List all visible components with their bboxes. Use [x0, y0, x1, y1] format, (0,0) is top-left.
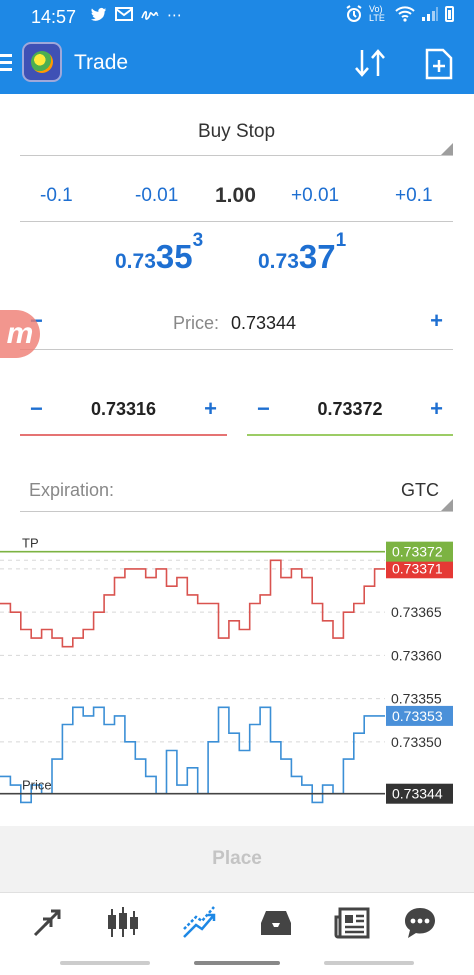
ask-price-tag: 0.73371 [392, 560, 443, 576]
stop-loss-plus-button[interactable]: + [204, 396, 217, 422]
chart-trend-icon[interactable] [182, 905, 218, 941]
new-order-icon[interactable] [424, 48, 454, 80]
dropdown-corner-icon [441, 499, 453, 511]
expiration-label: Expiration: [29, 480, 115, 500]
trade-arrows-icon[interactable] [29, 905, 65, 941]
price-label: Price: [173, 313, 220, 333]
volume-plus-0-1-button[interactable]: +0.1 [395, 185, 433, 207]
expiration-value: GTC [401, 480, 439, 500]
ask-quote-prefix: 0.73 [258, 250, 299, 273]
tp-price-tag: 0.73372 [392, 544, 443, 560]
app-logo-icon [22, 42, 62, 82]
alarm-icon [346, 5, 362, 22]
gesture-bar [0, 952, 474, 975]
volume-value[interactable]: 1.00 [215, 184, 256, 208]
price-chart[interactable]: TPPrice 0.733710.733700.733650.733600.73… [0, 525, 474, 825]
y-tick-label: 0.73360 [391, 647, 442, 663]
volume-row: -0.1 -0.01 1.00 +0.01 +0.1 [20, 170, 453, 222]
bottom-nav [0, 892, 474, 952]
bid-price-tag: 0.73353 [392, 708, 443, 724]
volume-plus-0-01-button[interactable]: +0.01 [291, 185, 339, 207]
volume-minus-0-1-button[interactable]: -0.1 [40, 185, 73, 207]
place-button[interactable]: Place [0, 848, 474, 870]
menu-icon[interactable] [0, 54, 12, 72]
ask-quote: 0.73371 [258, 230, 346, 276]
bid-quote-pips: 35 [155, 238, 193, 275]
page-title: Trade [74, 51, 129, 74]
expiration-select[interactable]: Expiration: GTC [20, 468, 453, 512]
volte-icon: Vo) LTE [369, 4, 385, 23]
twitter-icon [90, 7, 107, 21]
y-tick-label: 0.73355 [391, 691, 442, 707]
order-type-select[interactable]: Buy Stop [20, 108, 453, 156]
y-tick-label: 0.73350 [391, 734, 442, 750]
tp-level-label: TP [22, 536, 39, 551]
price-plus-button[interactable]: + [430, 308, 443, 334]
status-bar: 14:57 ⋯ Vo) LTE [0, 0, 474, 34]
take-profit-field: − 0.73372 + [247, 390, 453, 436]
y-tick-label: 0.73365 [391, 604, 442, 620]
battery-icon [445, 6, 454, 22]
price-input[interactable]: 0.73344 [231, 313, 296, 334]
order-type-value: Buy Stop [197, 121, 276, 142]
news-icon[interactable] [334, 905, 370, 941]
bid-quote: 0.73353 [115, 230, 203, 276]
floating-overlay-button[interactable]: m [0, 310, 40, 358]
wifi-icon [395, 6, 415, 22]
take-profit-input[interactable]: 0.73372 [247, 399, 453, 420]
bid-series-line [0, 706, 385, 804]
chat-icon[interactable] [402, 905, 438, 941]
signature-icon [141, 10, 159, 20]
volume-minus-0-01-button[interactable]: -0.01 [135, 185, 178, 207]
signal-icon [422, 7, 438, 21]
more-dots-icon: ⋯ [167, 7, 182, 24]
home-indicator[interactable] [194, 961, 280, 965]
dropdown-corner-icon [441, 143, 453, 155]
ask-quote-point: 1 [335, 230, 347, 251]
bid-quote-point: 3 [192, 230, 204, 251]
stop-loss-input[interactable]: 0.73316 [20, 399, 227, 420]
app-bar: Trade [0, 34, 474, 94]
sort-icon[interactable] [352, 47, 388, 79]
ask-quote-pips: 37 [298, 238, 336, 275]
inbox-icon[interactable] [258, 905, 294, 941]
ask-series-line [0, 559, 385, 648]
take-profit-plus-button[interactable]: + [430, 396, 443, 422]
price-level-label: Price [22, 778, 52, 793]
place-bar: Place [0, 826, 474, 892]
status-time: 14:57 [31, 7, 77, 27]
bid-quote-prefix: 0.73 [115, 250, 156, 273]
price-field: − Price: 0.73344 + [20, 298, 453, 350]
current-price-tag: 0.73344 [392, 786, 443, 802]
stop-loss-field: − 0.73316 + [20, 390, 227, 436]
email-icon [115, 7, 133, 21]
candles-icon[interactable] [105, 905, 141, 941]
